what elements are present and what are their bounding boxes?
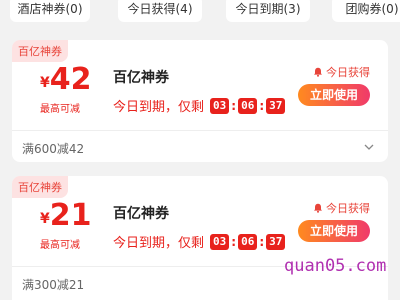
chevron-down-icon[interactable] bbox=[364, 144, 374, 150]
coupon-tag: 百亿神券 bbox=[12, 176, 68, 198]
countdown-timer: 03 : 06 : 37 bbox=[210, 97, 286, 114]
currency-symbol: ¥ bbox=[40, 211, 50, 227]
expire-text: 今日到期，仅剩 bbox=[113, 100, 205, 115]
use-now-button[interactable]: 立即使用 bbox=[298, 220, 370, 242]
currency-symbol: ¥ bbox=[40, 75, 50, 91]
coupon-title: 百亿神券 bbox=[113, 206, 169, 222]
obtained-today-text: 今日获得 bbox=[326, 66, 370, 79]
obtained-today-badge: 今日获得 bbox=[313, 64, 370, 80]
coupon-rule: 满600减42 bbox=[22, 142, 85, 156]
amount-value: 42 bbox=[49, 62, 92, 97]
bell-icon bbox=[314, 203, 322, 213]
amount-value: 21 bbox=[49, 198, 92, 233]
timer-hours: 03 bbox=[210, 97, 230, 114]
expire-text: 今日到期，仅剩 bbox=[113, 236, 205, 251]
coupon-amount: ¥21 bbox=[40, 198, 92, 233]
expire-info: 今日到期，仅剩 03 : 06 : 37 bbox=[113, 232, 286, 251]
timer-minutes: 06 bbox=[238, 97, 258, 114]
timer-minutes: 06 bbox=[238, 233, 258, 250]
tab-expiring-today[interactable]: 今日到期(3) bbox=[226, 0, 310, 22]
site-watermark: quan05.com bbox=[284, 256, 387, 276]
tab-obtained-today[interactable]: 今日获得(4) bbox=[118, 0, 202, 22]
tab-group-buy-coupons[interactable]: 团购券(0) bbox=[332, 0, 400, 22]
coupon-tag: 百亿神券 bbox=[12, 40, 68, 62]
coupon-card: 百亿神券 ¥42 最高可减 百亿神券 今日到期，仅剩 03 : 06 : 37 … bbox=[12, 40, 388, 162]
coupon-rule: 满300减21 bbox=[22, 278, 85, 292]
timer-separator: : bbox=[259, 234, 265, 249]
max-discount-label: 最高可减 bbox=[40, 240, 80, 251]
bell-icon bbox=[314, 67, 322, 77]
coupon-amount: ¥42 bbox=[40, 62, 92, 97]
obtained-today-badge: 今日获得 bbox=[313, 200, 370, 216]
coupon-title: 百亿神券 bbox=[113, 70, 169, 86]
timer-seconds: 37 bbox=[266, 233, 286, 250]
use-now-button[interactable]: 立即使用 bbox=[298, 84, 370, 106]
card-divider bbox=[12, 130, 388, 131]
countdown-timer: 03 : 06 : 37 bbox=[210, 233, 286, 250]
timer-separator: : bbox=[231, 234, 237, 249]
obtained-today-text: 今日获得 bbox=[326, 202, 370, 215]
expire-info: 今日到期，仅剩 03 : 06 : 37 bbox=[113, 96, 286, 115]
timer-hours: 03 bbox=[210, 233, 230, 250]
coupon-card: 百亿神券 ¥21 最高可减 百亿神券 今日到期，仅剩 03 : 06 : 37 … bbox=[12, 176, 388, 300]
timer-separator: : bbox=[259, 98, 265, 113]
max-discount-label: 最高可减 bbox=[40, 104, 80, 115]
timer-seconds: 37 bbox=[266, 97, 286, 114]
timer-separator: : bbox=[231, 98, 237, 113]
tab-hotel-coupons[interactable]: 酒店神券(0) bbox=[10, 0, 90, 22]
filter-tabs: 酒店神券(0) 今日获得(4) 今日到期(3) 团购券(0) bbox=[0, 0, 400, 24]
